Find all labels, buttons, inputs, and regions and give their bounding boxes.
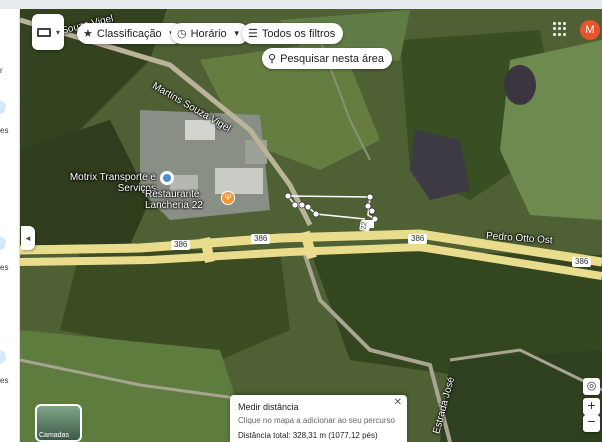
chip-label: Todos os filtros <box>261 27 336 40</box>
route-shield: 386 <box>251 234 271 244</box>
panel-text-fragment: es <box>0 126 9 135</box>
panel-text-fragment: es <box>0 376 9 385</box>
map-style-button[interactable]: ▾ <box>32 14 64 50</box>
measure-total: Distância total: 328,31 m (1077,12 pés) <box>238 431 378 440</box>
chip-label: Classificação <box>96 27 162 40</box>
sliders-icon: ☰ <box>248 28 258 40</box>
search-icon: ⚲ <box>268 53 277 65</box>
my-location-icon[interactable]: ◎ <box>583 378 600 395</box>
restaurant-label[interactable]: Restaurante Lancheria 22 <box>145 189 221 211</box>
clock-icon: ◷ <box>177 28 187 40</box>
filter-chip-all-filters[interactable]: ☰ Todos os filtros <box>242 23 344 44</box>
route-shield: 386 <box>171 240 191 250</box>
chevron-down-icon: ▾ <box>56 28 61 37</box>
zoom-out-button[interactable]: − <box>583 414 600 432</box>
route-shield: 386 <box>408 234 428 244</box>
chip-label: Horário <box>190 27 227 40</box>
measure-title: Medir distância <box>238 402 299 412</box>
layers-icon <box>37 28 51 37</box>
panel-item-icon <box>0 236 6 250</box>
route-shield: 386 <box>572 257 592 267</box>
search-this-area-button[interactable]: ⚲ Pesquisar nesta área <box>262 48 393 69</box>
panel-text-fragment: r <box>0 66 3 75</box>
caret-down-icon: ▼ <box>232 29 241 38</box>
search-area-label: Pesquisar nesta área <box>280 52 385 65</box>
measure-distance-card: Medir distância Clique no mapa a adicion… <box>230 395 407 442</box>
star-icon: ★ <box>83 28 93 40</box>
panel-text-fragment: es <box>0 263 9 272</box>
apps-grid-icon[interactable] <box>553 22 567 36</box>
avatar[interactable]: M <box>580 20 600 40</box>
path-number-label: 22 <box>359 220 371 232</box>
panel-item-icon <box>0 350 6 364</box>
layers-thumbnail-label: Camadas <box>39 432 69 439</box>
left-side-panel: r es es es <box>0 0 20 442</box>
business-pin-icon[interactable] <box>160 171 174 185</box>
close-icon[interactable]: ✕ <box>394 397 402 408</box>
layers-thumbnail[interactable]: Camadas <box>35 404 82 442</box>
filter-chip-rating[interactable]: ★ Classificação ▼ <box>77 23 184 44</box>
filter-chip-hours[interactable]: ◷ Horário ▼ <box>171 23 249 44</box>
business-label[interactable]: Motrix Transporte e Serviços <box>66 172 156 194</box>
measure-hint: Clique no mapa a adicionar ao seu percur… <box>238 416 395 425</box>
collapse-panel-button[interactable]: ◂ <box>21 226 35 250</box>
restaurant-pin-icon[interactable]: Ψ <box>221 191 235 205</box>
browser-top-strip <box>0 0 602 9</box>
panel-item-icon <box>0 100 6 114</box>
